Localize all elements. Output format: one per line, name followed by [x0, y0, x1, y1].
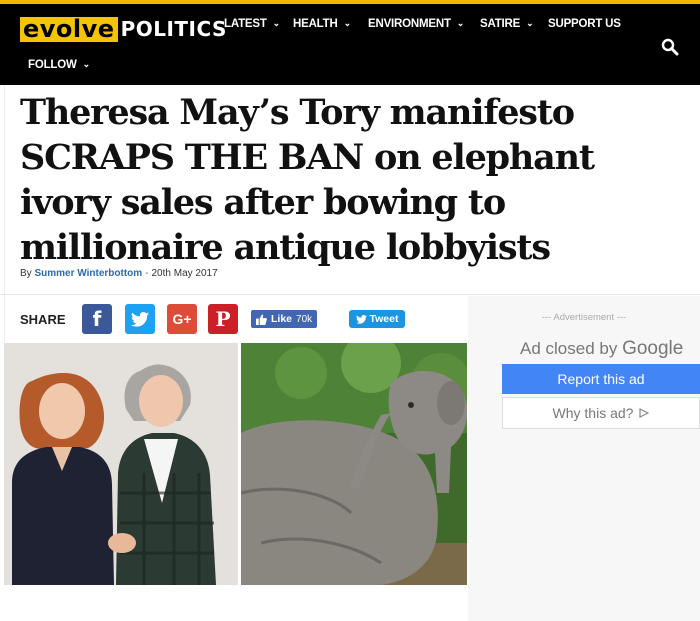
nav-item-label: SUPPORT US — [548, 18, 621, 30]
content-area-below-photos — [4, 585, 468, 621]
twitter-icon — [131, 311, 149, 327]
pinterest-share-button[interactable]: P — [208, 304, 238, 334]
chevron-down-icon: ⌄ — [456, 18, 465, 28]
twitter-share-button[interactable] — [125, 304, 155, 334]
share-label: SHARE — [20, 312, 66, 327]
nav-item-label: SATIRE — [480, 18, 521, 30]
google-plus-share-button[interactable]: G+ — [167, 304, 197, 334]
author-link[interactable]: Summer Winterbottom — [34, 268, 142, 279]
why-ad-label: Why this ad? — [552, 405, 634, 421]
chevron-down-icon: ⌄ — [82, 59, 91, 69]
nav-item-environment[interactable]: ENVIRONMENT ⌄ — [368, 18, 464, 30]
logo-evolve-text: evolve — [20, 16, 118, 42]
article-photo-elephants — [241, 343, 467, 585]
nav-item-follow[interactable]: FOLLOW ⌄ — [28, 59, 90, 71]
byline: By Summer Winterbottom -20th May 2017 — [20, 268, 218, 279]
nav-item-label: ENVIRONMENT — [368, 18, 451, 30]
advertisement-label: --- Advertisement --- — [541, 312, 627, 323]
nav-item-health[interactable]: HEALTH ⌄ — [293, 18, 351, 30]
like-count: 70k — [296, 313, 313, 325]
byline-separator: - — [145, 268, 149, 279]
chevron-down-icon: ⌄ — [526, 18, 534, 28]
tweet-button[interactable]: Tweet — [349, 310, 405, 328]
nav-item-support-us[interactable]: SUPPORT US — [548, 18, 621, 30]
site-logo[interactable]: evolve POLITICS — [20, 16, 227, 42]
sidebar-ad-panel: --- Advertisement --- Ad closed by Googl… — [468, 296, 700, 621]
twitter-bird-icon — [355, 314, 367, 324]
chevron-down-icon: ⌄ — [343, 18, 352, 28]
tweet-label: Tweet — [369, 313, 399, 325]
nav-item-label: FOLLOW — [28, 59, 77, 71]
nav-item-satire[interactable]: SATIRE ⌄ — [480, 18, 534, 30]
facebook-share-button[interactable]: f — [82, 304, 112, 334]
logo-politics-text: POLITICS — [120, 17, 227, 41]
thumbs-up-icon — [256, 313, 267, 325]
article-headline: Theresa May’s Tory manifesto SCRAPS THE … — [20, 92, 595, 268]
why-this-ad-button[interactable]: Why this ad? — [502, 397, 700, 429]
pinterest-icon: P — [215, 307, 231, 331]
publish-date: 20th May 2017 — [151, 268, 218, 279]
like-label: Like — [271, 313, 293, 325]
ad-closed-text: Ad closed by — [520, 339, 618, 358]
article-photo-politicians — [4, 343, 238, 585]
top-navigation-bar: evolve POLITICS LATEST ⌄ HEALTH ⌄ ENVIRONM… — [0, 0, 700, 85]
nav-item-latest[interactable]: LATEST ⌄ — [224, 18, 280, 30]
byline-prefix: By — [20, 268, 32, 279]
facebook-icon: f — [92, 307, 102, 331]
google-plus-icon: G+ — [172, 311, 192, 327]
chevron-down-icon: ⌄ — [272, 18, 281, 28]
divider — [0, 294, 700, 295]
google-brand-text: Google — [622, 338, 684, 359]
search-icon[interactable] — [661, 38, 679, 56]
nav-item-label: HEALTH — [293, 18, 338, 30]
nav-item-label: LATEST — [224, 18, 267, 30]
facebook-like-button[interactable]: Like 70k — [251, 310, 318, 328]
ad-closed-message: Ad closed by Google — [520, 338, 683, 360]
adchoices-icon — [639, 408, 650, 418]
report-ad-button[interactable]: Report this ad — [502, 364, 700, 394]
